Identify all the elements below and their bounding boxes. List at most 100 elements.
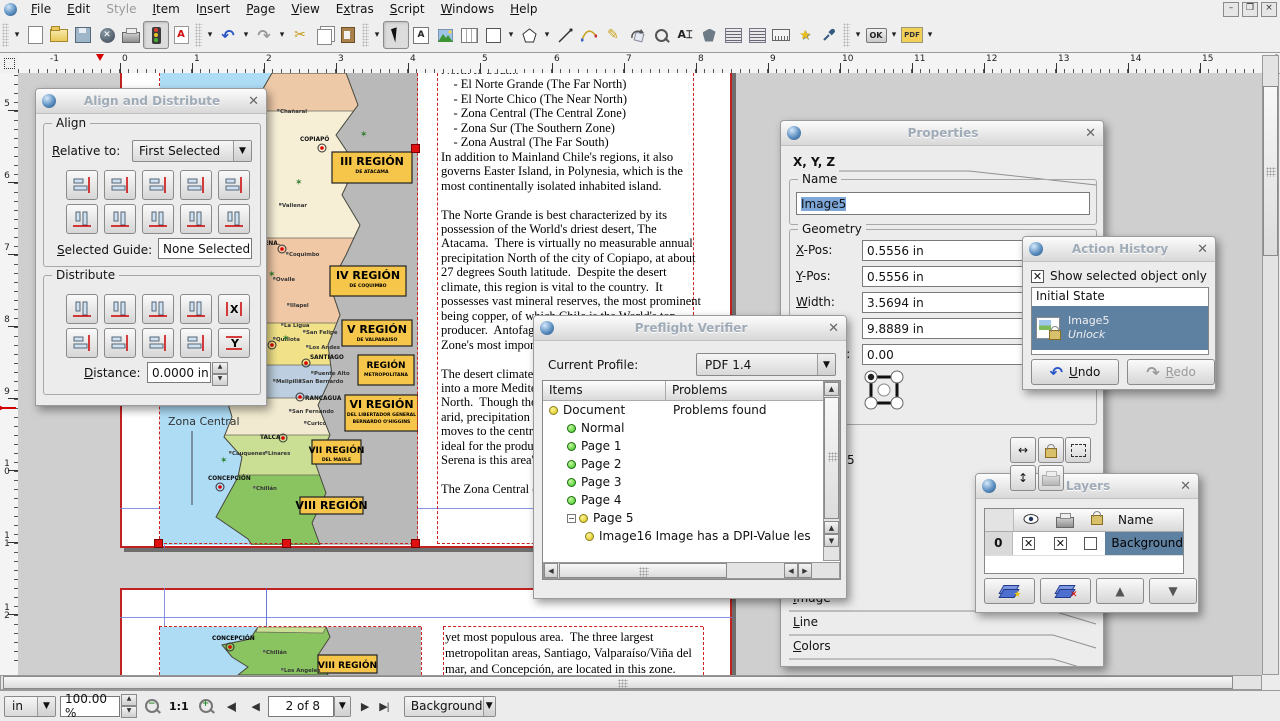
menu-item-page[interactable]: Page — [238, 1, 283, 17]
layer-selector[interactable]: Background▼ — [404, 696, 496, 717]
distribute-option-button[interactable] — [142, 294, 174, 324]
close-icon[interactable]: ✕ — [1197, 242, 1208, 257]
layer-visible-checkbox[interactable]: ✕ — [1022, 537, 1035, 550]
align-option-button[interactable] — [180, 170, 212, 200]
distribute-option-button[interactable] — [104, 294, 136, 324]
vertical-ruler[interactable]: 56789101112 — [0, 73, 19, 675]
zoom-level-field[interactable]: 100.00 % — [60, 696, 120, 717]
chile-map-image-page2[interactable]: VIII REGIÓNCONCEPCIÓNChillánLos Angeles — [160, 627, 421, 675]
preflight-row[interactable]: Page 4 — [543, 491, 840, 509]
undo-button[interactable]: ↶ Undo — [1031, 359, 1119, 385]
tab-colors[interactable]: Colors — [793, 639, 831, 653]
last-page-button[interactable]: ▶▏ — [379, 700, 394, 713]
cut-button[interactable]: ✂ — [288, 22, 312, 48]
dropdown-arrow-button[interactable]: ▾ — [505, 22, 517, 48]
selection-handle[interactable] — [154, 539, 163, 548]
page2-text-frame[interactable]: yet most populous area. The three larges… — [445, 629, 701, 675]
minimize-button[interactable]: – — [1223, 2, 1239, 17]
distribute-option-button[interactable] — [66, 328, 98, 358]
align-option-button[interactable] — [218, 204, 250, 234]
relative-to-combo[interactable]: First Selected ▼ — [132, 140, 252, 162]
dropdown-arrow-button[interactable]: ▾ — [852, 22, 864, 48]
dropdown-arrow-button[interactable]: ▾ — [11, 22, 23, 48]
preflight-verifier-button[interactable] — [143, 21, 169, 49]
distribute-option-button[interactable] — [66, 294, 98, 324]
tab-line[interactable]: Line — [793, 615, 818, 629]
distance-field[interactable]: 0.0000 in — [147, 362, 211, 383]
selection-handle[interactable] — [411, 144, 420, 153]
export-pdf-button[interactable]: A — [169, 22, 193, 48]
dropdown-arrow-button[interactable]: ▾ — [240, 22, 252, 48]
new-document-button[interactable] — [23, 22, 47, 48]
history-item-selected[interactable]: Image5Unlock — [1032, 306, 1208, 350]
unit-selector[interactable]: in▼ — [4, 696, 56, 717]
delete-layer-button[interactable]: ✕ — [1040, 578, 1091, 604]
ruler-origin-box[interactable] — [0, 53, 19, 74]
link-frames-button[interactable] — [721, 22, 745, 48]
maximize-button[interactable]: ❐ — [1242, 2, 1258, 17]
preflight-row[interactable]: Page 2 — [543, 455, 840, 473]
align-option-button[interactable] — [180, 204, 212, 234]
zoom-out-icon[interactable]: − — [145, 699, 159, 713]
eyedropper-button[interactable] — [817, 22, 841, 48]
align-option-button[interactable] — [66, 170, 98, 200]
preflight-vscrollbar[interactable]: ▲ ▲ ▼ — [823, 381, 840, 561]
align-option-button[interactable] — [142, 170, 174, 200]
align-option-button[interactable] — [66, 204, 98, 234]
page-indicator[interactable]: 2 of 8 — [268, 696, 334, 717]
menu-item-view[interactable]: View — [283, 1, 327, 17]
align-titlebar[interactable]: Align and Distribute ✕ — [36, 89, 266, 114]
close-icon[interactable]: ✕ — [828, 321, 839, 336]
image-frame-button[interactable] — [433, 22, 457, 48]
preflight-row[interactable]: Image16 Image has a DPI-Value les — [543, 527, 840, 545]
menu-item-file[interactable]: File — [23, 1, 59, 17]
canvas-vscrollbar[interactable] — [1262, 55, 1279, 675]
copy-button[interactable] — [312, 22, 336, 48]
align-option-button[interactable] — [104, 170, 136, 200]
zoom-spinner[interactable]: ▲▼ — [121, 694, 137, 718]
select-tool-button[interactable] — [383, 21, 409, 49]
page-selector-arrow[interactable]: ▼ — [334, 696, 351, 717]
lock-object-button[interactable] — [1038, 437, 1064, 463]
selection-handle[interactable] — [411, 539, 420, 548]
preflight-titlebar[interactable]: Preflight Verifier ✕ — [534, 316, 846, 341]
history-item[interactable]: Initial State — [1032, 288, 1208, 306]
menu-item-insert[interactable]: Insert — [188, 1, 238, 17]
save-button[interactable] — [71, 22, 95, 48]
menu-item-help[interactable]: Help — [502, 1, 545, 17]
preflight-row[interactable]: Normal — [543, 419, 840, 437]
story-editor-button[interactable] — [697, 22, 721, 48]
polygon-button[interactable] — [517, 22, 541, 48]
tab-xyz[interactable]: X, Y, Z — [793, 155, 835, 169]
paste-button[interactable] — [336, 22, 360, 48]
preflight-hscrollbar[interactable]: ◀ ◀ ▶ — [543, 562, 840, 579]
zoom-button[interactable] — [649, 22, 673, 48]
layers-table[interactable]: Name 0✕✕Background — [984, 508, 1184, 574]
enable-printing-button[interactable] — [1038, 465, 1064, 491]
history-list[interactable]: Initial StateImage5Unlock — [1031, 287, 1209, 355]
bezier-button[interactable] — [577, 22, 601, 48]
shape-button[interactable] — [481, 22, 505, 48]
profile-combo[interactable]: PDF 1.4 ▼ — [696, 353, 836, 376]
lock-size-button[interactable] — [1065, 437, 1091, 463]
freehand-button[interactable]: ✎ — [601, 22, 625, 48]
preflight-header[interactable]: Items Problems — [543, 381, 840, 401]
copy-properties-button[interactable]: ★ — [793, 22, 817, 48]
menu-item-edit[interactable]: Edit — [59, 1, 98, 17]
menu-item-extras[interactable]: Extras — [328, 1, 382, 17]
distribute-option-button[interactable] — [104, 328, 136, 358]
align-option-button[interactable] — [218, 170, 250, 200]
flip-horizontal-button[interactable]: ↔ — [1010, 437, 1036, 463]
layer-print-checkbox[interactable]: ✕ — [1054, 537, 1067, 550]
zoom-in-icon[interactable]: + — [199, 699, 213, 713]
measurements-button[interactable] — [769, 22, 793, 48]
toolbar-handle[interactable] — [843, 23, 850, 47]
menu-item-script[interactable]: Script — [382, 1, 433, 17]
layer-row[interactable]: 0✕✕Background — [985, 532, 1183, 556]
align-option-button[interactable] — [142, 204, 174, 234]
close-button[interactable]: × — [1261, 2, 1277, 17]
menu-item-windows[interactable]: Windows — [433, 1, 503, 17]
toolbar-handle[interactable] — [195, 23, 202, 47]
preflight-row[interactable]: DocumentProblems found — [543, 401, 840, 419]
table-button[interactable] — [457, 22, 481, 48]
